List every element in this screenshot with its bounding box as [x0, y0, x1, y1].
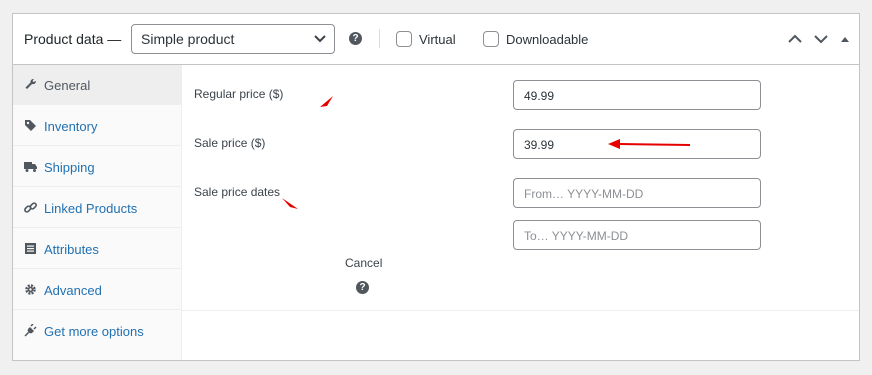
tab-inventory[interactable]: Inventory	[13, 106, 181, 146]
question-mark-icon[interactable]: ?	[349, 32, 362, 45]
panel-title: Product data —	[24, 31, 122, 47]
chevron-up-icon[interactable]	[788, 33, 802, 45]
chevron-down-icon	[314, 35, 326, 43]
date-from-placeholder: From… YYYY-MM-DD	[524, 187, 644, 201]
truck-icon	[24, 162, 37, 172]
tab-label: Linked Products	[44, 201, 138, 216]
sale-date-to-input[interactable]: To… YYYY-MM-DD	[513, 220, 761, 250]
regular-price-value: 49.99	[524, 89, 555, 103]
sale-dates-label: Sale price dates	[194, 185, 281, 199]
regular-price-input[interactable]: 49.99	[513, 80, 761, 110]
cancel-schedule-link[interactable]: Cancel	[345, 256, 382, 270]
collapse-triangle-icon[interactable]	[840, 33, 850, 45]
tab-label: Shipping	[44, 160, 95, 175]
product-data-panel: Product data — Simple product ? Virtual …	[12, 13, 860, 361]
chevron-down-icon[interactable]	[814, 33, 828, 45]
annotation-arrow	[282, 198, 298, 209]
sale-date-from-input[interactable]: From… YYYY-MM-DD	[513, 178, 761, 208]
product-type-select[interactable]: Simple product	[131, 24, 335, 54]
tab-label: Advanced	[44, 283, 102, 298]
regular-price-label: Regular price ($)	[194, 87, 284, 101]
tab-advanced[interactable]: Advanced	[13, 270, 181, 310]
downloadable-checkbox[interactable]	[483, 31, 499, 47]
virtual-label[interactable]: Virtual	[419, 32, 456, 47]
product-data-tabs: General Inventory Shipping Linked Produc…	[13, 65, 182, 360]
tab-shipping[interactable]: Shipping	[13, 147, 181, 187]
gear-icon	[25, 284, 36, 295]
list-icon	[25, 243, 36, 254]
virtual-checkbox[interactable]	[396, 31, 412, 47]
question-mark-icon[interactable]: ?	[356, 281, 369, 294]
general-tab-panel: Regular price ($) 49.99 Sale price ($) 3…	[182, 65, 859, 311]
tag-icon	[25, 120, 36, 131]
tab-linked-products[interactable]: Linked Products	[13, 188, 181, 228]
plug-icon	[24, 324, 37, 337]
tab-get-more-options[interactable]: Get more options	[13, 311, 181, 351]
link-icon	[24, 202, 37, 213]
wrench-icon	[25, 78, 37, 89]
tab-label: Attributes	[44, 242, 99, 257]
product-data-header: Product data — Simple product ? Virtual …	[13, 14, 859, 65]
sale-price-value: 39.99	[524, 138, 555, 152]
tab-attributes[interactable]: Attributes	[13, 229, 181, 269]
header-separator	[379, 29, 380, 48]
annotation-arrow	[608, 139, 691, 149]
tab-general[interactable]: General	[13, 65, 181, 105]
downloadable-label[interactable]: Downloadable	[506, 32, 588, 47]
product-type-value: Simple product	[141, 31, 235, 47]
tab-label: Inventory	[44, 119, 98, 134]
annotation-arrow	[320, 96, 333, 107]
sale-price-label: Sale price ($)	[194, 136, 266, 150]
tab-label: General	[44, 78, 91, 93]
tab-label: Get more options	[44, 324, 144, 339]
date-to-placeholder: To… YYYY-MM-DD	[524, 229, 629, 243]
